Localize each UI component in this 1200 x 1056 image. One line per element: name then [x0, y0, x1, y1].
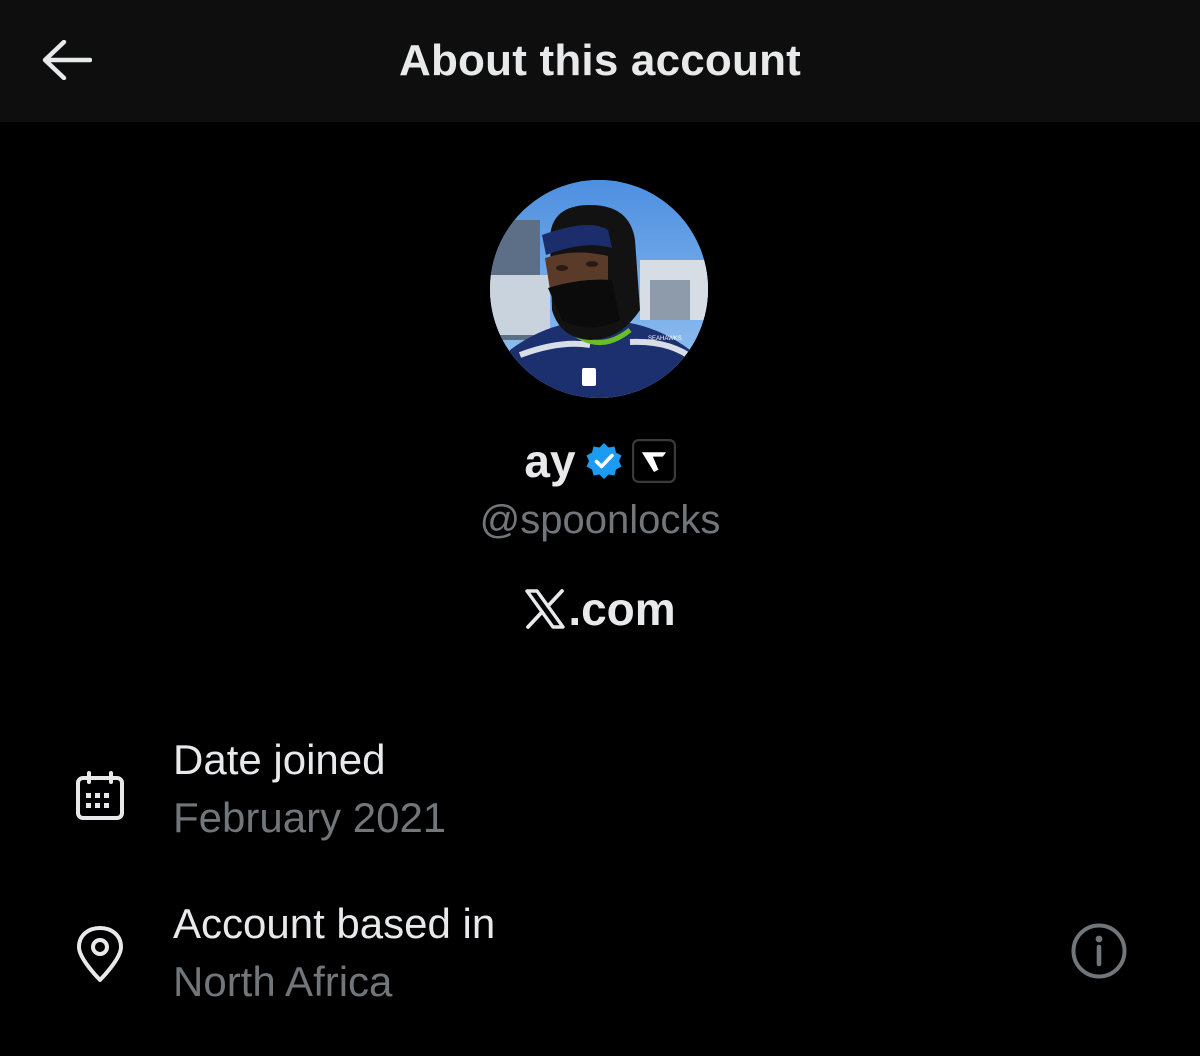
affiliate-badge-icon[interactable] [631, 439, 676, 483]
account-location-row: Account based in North Africa [0, 900, 1200, 1020]
jersey-text: SEAHAWKS [648, 336, 682, 342]
calendar-icon [70, 766, 130, 826]
account-location-value: North Africa [173, 958, 393, 1005]
page-title: About this account [398, 36, 802, 85]
top-bar: About this account [0, 0, 1200, 122]
display-name: ay [524, 435, 576, 487]
date-joined-value: February 2021 [173, 794, 447, 841]
date-joined-title: Date joined [173, 736, 386, 783]
info-icon [1071, 923, 1127, 979]
user-handle: @spoonlocks [479, 498, 721, 542]
account-location-title: Account based in [173, 900, 496, 947]
location-pin-icon [70, 924, 130, 984]
x-logo-icon [525, 589, 566, 629]
profile-avatar[interactable]: SEAHAWKS [490, 180, 708, 398]
connected-via: .com [0, 582, 1200, 636]
info-button[interactable] [1068, 920, 1130, 982]
date-joined-row: Date joined February 2021 [0, 736, 1200, 856]
verified-badge-icon [586, 443, 622, 479]
display-name-row: ay [0, 434, 1200, 488]
connected-via-label: .com [568, 583, 676, 635]
avatar-image: SEAHAWKS [490, 180, 708, 398]
